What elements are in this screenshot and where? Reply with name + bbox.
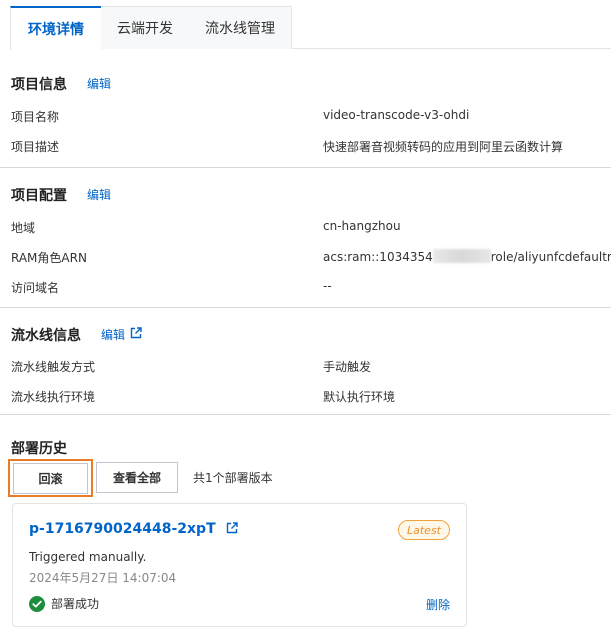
deployment-id-link[interactable]: p-1716790024448-2xpT <box>29 521 238 537</box>
pipeline-env-value: 默认执行环境 <box>323 390 396 404</box>
pipeline-info-edit-link[interactable]: 编辑 <box>101 326 125 343</box>
deployment-status: 部署成功 <box>29 595 99 612</box>
tab-cloud-development[interactable]: 云端开发 <box>101 6 190 49</box>
ram-role-arn-label: RAM角色ARN <box>11 251 87 265</box>
external-link-icon[interactable] <box>226 522 238 534</box>
project-config-edit-link[interactable]: 编辑 <box>87 186 111 203</box>
rollback-button[interactable]: 回滚 <box>13 463 88 494</box>
pipeline-info-title: 流水线信息 <box>11 328 81 344</box>
deployment-card: p-1716790024448-2xpT Latest Triggered ma… <box>12 503 467 627</box>
access-domain-label: 访问域名 <box>11 281 60 295</box>
deployment-status-text: 部署成功 <box>51 597 100 611</box>
success-check-icon <box>29 595 45 612</box>
view-all-button[interactable]: 查看全部 <box>96 462 178 493</box>
section-divider <box>0 307 611 308</box>
pipeline-env-label: 流水线执行环境 <box>11 390 96 404</box>
region-label: 地域 <box>11 221 36 235</box>
external-link-icon[interactable] <box>130 327 142 339</box>
project-info-edit-link[interactable]: 编辑 <box>87 75 111 92</box>
section-divider <box>0 167 611 168</box>
ram-arn-suffix: role/aliyunfcdefaultrole <box>490 250 611 264</box>
deployment-id: p-1716790024448-2xpT <box>29 521 216 537</box>
pipeline-trigger-value: 手动触发 <box>323 360 372 374</box>
deploy-count-text: 共1个部署版本 <box>193 471 273 485</box>
project-config-title: 项目配置 <box>11 188 67 204</box>
region-value: cn-hangzhou <box>323 219 401 233</box>
delete-link[interactable]: 删除 <box>426 596 450 613</box>
redacted-account-id <box>432 249 491 263</box>
section-divider <box>0 414 611 415</box>
project-description-value: 快速部署音视频转码的应用到阿里云函数计算 <box>323 140 564 154</box>
project-info-title: 项目信息 <box>11 77 67 93</box>
access-domain-value: -- <box>323 279 332 293</box>
ram-arn-prefix: acs:ram::1034354 <box>323 250 433 264</box>
tab-bar: 环境详情 云端开发 流水线管理 <box>10 6 611 50</box>
latest-badge: Latest <box>398 520 450 540</box>
project-description-label: 项目描述 <box>11 140 60 154</box>
pipeline-trigger-label: 流水线触发方式 <box>11 360 96 374</box>
trigger-text: Triggered manually. <box>29 550 147 564</box>
project-name-value: video-transcode-v3-ohdi <box>323 108 470 122</box>
deployment-time: 2024年5月27日 14:07:04 <box>29 571 177 585</box>
tab-environment-details[interactable]: 环境详情 <box>10 6 102 50</box>
ram-role-arn-value: acs:ram::1034354 role/aliyunfcdefaultrole <box>323 249 611 264</box>
tab-pipeline-management[interactable]: 流水线管理 <box>189 6 292 49</box>
deploy-history-title: 部署历史 <box>11 441 67 457</box>
project-name-label: 项目名称 <box>11 110 60 124</box>
